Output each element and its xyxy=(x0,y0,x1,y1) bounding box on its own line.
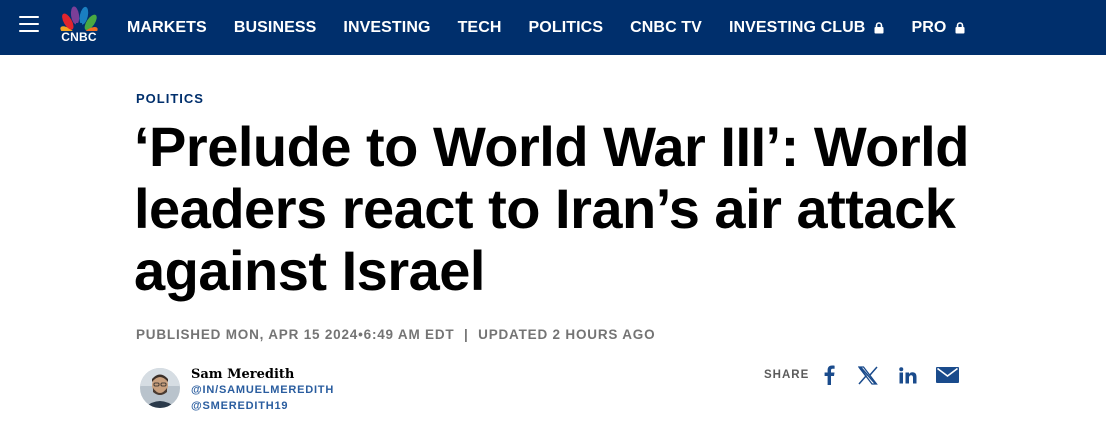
article-timestamp: PUBLISHED MON, APR 15 2024•6:49 AM EDT |… xyxy=(136,327,655,342)
avatar[interactable] xyxy=(140,368,180,408)
top-navbar: CNBC MARKETS BUSINESS INVESTING TECH POL… xyxy=(0,0,1106,55)
updated-time: UPDATED 2 HOURS AGO xyxy=(478,327,656,342)
nav-tech[interactable]: TECH xyxy=(458,19,502,37)
section-label[interactable]: POLITICS xyxy=(136,91,204,106)
article-headline: ‘Prelude to World War III’: World leader… xyxy=(134,115,969,302)
nav-label: INVESTING CLUB xyxy=(728,18,866,36)
primary-nav: MARKETS BUSINESS INVESTING TECH POLITICS… xyxy=(127,0,992,55)
nav-label: MARKETS xyxy=(127,18,207,36)
nav-pro[interactable]: PRO xyxy=(911,19,965,37)
nav-label: PRO xyxy=(911,18,947,36)
meta-separator: | xyxy=(464,327,469,342)
nav-markets[interactable]: MARKETS xyxy=(127,19,207,37)
lock-icon xyxy=(874,21,884,33)
published-time: PUBLISHED MON, APR 15 2024•6:49 AM EDT xyxy=(136,327,455,342)
nav-label: POLITICS xyxy=(528,18,604,36)
nav-investing[interactable]: INVESTING xyxy=(343,19,430,37)
linkedin-icon[interactable] xyxy=(899,367,917,384)
peacock-icon xyxy=(60,6,98,39)
nav-investing-club[interactable]: INVESTING CLUB xyxy=(729,19,885,37)
x-icon[interactable] xyxy=(858,366,878,385)
nav-label: TECH xyxy=(457,18,502,36)
author-linkedin-link[interactable]: @IN/SAMUELMEREDITH xyxy=(191,384,334,396)
nav-politics[interactable]: POLITICS xyxy=(529,19,604,37)
cnbc-logo[interactable]: CNBC xyxy=(55,5,103,45)
share-label: SHARE xyxy=(764,369,810,381)
nav-cnbc-tv[interactable]: CNBC TV xyxy=(630,19,702,37)
nav-label: BUSINESS xyxy=(233,18,317,36)
brand-text: CNBC xyxy=(61,30,97,44)
email-icon[interactable] xyxy=(936,367,959,383)
author-twitter-link[interactable]: @SMEREDITH19 xyxy=(191,400,288,412)
nav-label: INVESTING xyxy=(343,18,431,36)
menu-icon[interactable] xyxy=(19,16,39,32)
nav-business[interactable]: BUSINESS xyxy=(234,19,317,37)
author-photo xyxy=(140,368,180,408)
nav-label: CNBC TV xyxy=(630,18,702,36)
lock-icon xyxy=(955,21,965,33)
facebook-icon[interactable] xyxy=(822,365,836,385)
author-name[interactable]: Sam Meredith xyxy=(191,367,294,382)
